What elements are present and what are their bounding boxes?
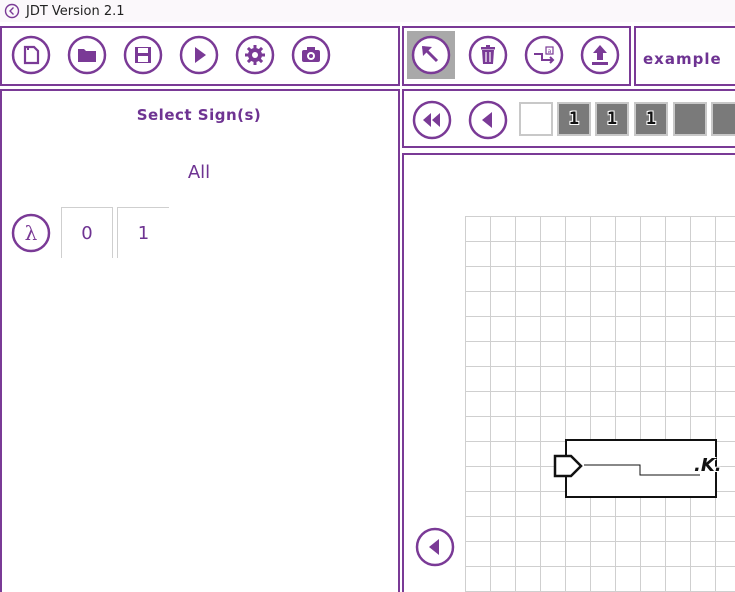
new-file-button[interactable] [10,34,52,76]
machine-name-value: example [643,50,722,68]
title-bar: JDT Version 2.1 [0,0,735,22]
trash-icon [468,35,508,75]
transition-tool-button[interactable]: a [523,34,565,76]
lambda-icon: λ [11,213,51,252]
window-title: JDT Version 2.1 [26,3,125,19]
tape-cell[interactable]: 1 [634,102,668,136]
transition-line [584,464,700,476]
select-tool-button[interactable] [407,31,455,79]
open-folder-button[interactable] [66,34,108,76]
canvas-back-button[interactable] [414,526,456,568]
start-state-marker [553,454,583,478]
folder-icon [67,35,107,75]
canvas-grid[interactable] [465,216,735,592]
pointer-arrow-icon [411,35,451,75]
transition-icon: a [524,35,564,75]
tape-cell[interactable] [673,102,707,136]
svg-text:λ: λ [25,221,38,245]
all-signs-button[interactable]: All [0,162,398,183]
select-signs-heading: Select Sign(s) [136,106,262,124]
back-arrow-icon [415,527,455,567]
delete-button[interactable] [467,34,509,76]
run-button[interactable] [178,34,220,76]
sign-0[interactable]: 0 [61,207,113,258]
settings-button[interactable] [234,34,276,76]
save-icon [123,35,163,75]
transition-label: .K. [694,455,722,476]
svg-text:a: a [548,48,552,55]
sign-lambda[interactable]: λ [5,207,57,258]
upload-icon [580,35,620,75]
rewind-icon [412,100,452,140]
sign-1[interactable]: 1 [117,207,169,258]
tape-cell[interactable] [519,102,553,136]
tape-cell[interactable]: 1 [557,102,591,136]
save-button[interactable] [122,34,164,76]
back-arrow-icon [4,3,20,19]
step-back-button[interactable] [467,99,509,141]
camera-icon [291,35,331,75]
new-file-icon [11,35,51,75]
gear-icon [235,35,275,75]
tape-cell[interactable]: 1 [595,102,629,136]
upload-button[interactable] [579,34,621,76]
tape-cell[interactable] [711,102,735,136]
play-icon [179,35,219,75]
rewind-button[interactable] [411,99,453,141]
step-back-icon [468,100,508,140]
screenshot-button[interactable] [290,34,332,76]
